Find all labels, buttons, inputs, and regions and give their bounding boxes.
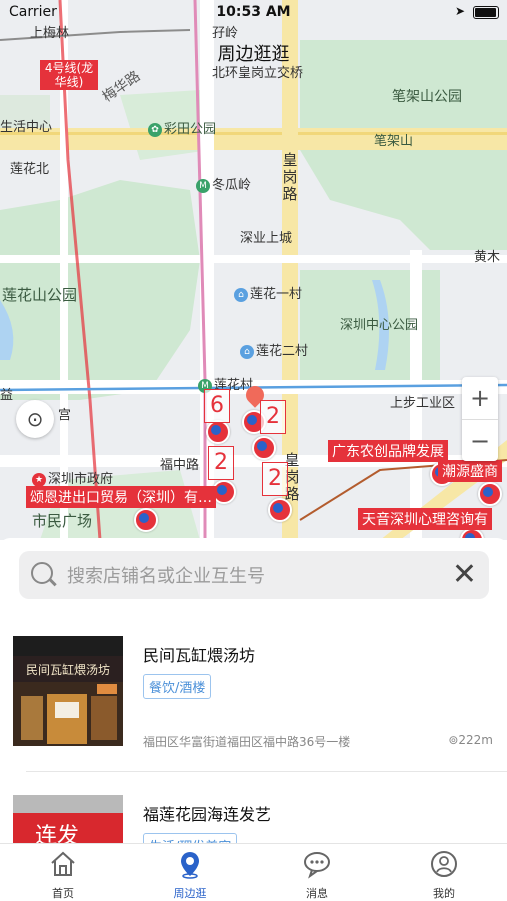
home-icon <box>51 851 75 876</box>
map-label-lianhua-2: ⌂ 莲花二村 <box>240 340 308 359</box>
store-marker[interactable] <box>134 508 158 532</box>
battery-icon <box>473 6 499 19</box>
cluster-marker[interactable]: 2 <box>260 400 286 434</box>
gov-text: 深圳市政府 <box>48 472 114 487</box>
map-label-caitian-park: ✿ 彩田公园 <box>148 118 216 137</box>
map-label-futian-road: 福中路 <box>160 458 200 473</box>
store-tag[interactable]: 天音深圳心理咨询有 <box>358 508 492 530</box>
divider <box>26 771 507 772</box>
status-bar: Carrier 10:53 AM ➤ <box>0 0 507 26</box>
zoom-in-button[interactable]: + <box>462 377 498 420</box>
distance-value: 222m <box>458 733 493 747</box>
store-marker[interactable] <box>478 482 502 506</box>
cluster-marker[interactable]: 6 <box>204 389 230 423</box>
list-item[interactable]: 民间瓦缸煨汤坊 民间瓦缸煨汤坊 餐饮/酒楼 福田区华富街道福田区福中路36号一楼… <box>13 636 493 749</box>
profile-icon <box>431 851 457 877</box>
map-label-donggualing: M 冬瓜岭 <box>196 174 251 193</box>
store-tag[interactable]: 颂恩进出口贸易（深圳）有… <box>26 486 216 508</box>
map-view[interactable]: Carrier 10:53 AM ➤ 周边逛逛 上梅林 孖岭 北环皇岗立交桥 4… <box>0 0 507 540</box>
caitian-park-text: 彩田公园 <box>164 122 217 137</box>
store-sign-text: 连发 <box>35 824 79 843</box>
map-label-yi: 益 <box>0 388 14 403</box>
map-label-shenye: 深业上城 <box>240 231 293 246</box>
chat-bubble-icon <box>304 852 330 879</box>
map-label-bijiashan-park: 笔架山公园 <box>392 89 462 105</box>
zoom-out-button[interactable]: − <box>462 420 498 462</box>
map-label-life-center: 生活中心 <box>0 120 53 135</box>
government-icon: ★ <box>32 472 46 487</box>
map-label-sz-center-park: 深圳中心公园 <box>340 318 419 333</box>
tab-label: 首页 <box>52 887 74 900</box>
category-tag: 生活/理发美容 <box>143 833 238 843</box>
lianhua-1-text: 莲花一村 <box>250 287 303 302</box>
store-photo: 民间瓦缸煨汤坊 <box>13 636 123 746</box>
donggualing-text: 冬瓜岭 <box>212 178 252 193</box>
zoom-control: + − <box>462 377 498 461</box>
tab-profile[interactable]: 我的 <box>381 844 507 901</box>
tab-label: 我的 <box>433 887 455 900</box>
store-marker[interactable] <box>206 420 230 444</box>
map-label-gong: 宫 <box>58 408 72 423</box>
lianhua-2-text: 莲花二村 <box>256 344 309 359</box>
page-title: 周边逛逛 <box>217 44 290 65</box>
tab-messages[interactable]: 消息 <box>254 844 380 901</box>
search-bar: ✕ <box>19 551 489 599</box>
map-label-lianhuashan-park: 莲花山公园 <box>2 286 78 304</box>
map-label-shangbu: 上步工业区 <box>390 396 456 411</box>
store-name: 民间瓦缸煨汤坊 <box>143 646 256 665</box>
crosshair-icon: ⊙ <box>26 407 44 431</box>
distance-label: ⊚222m <box>448 733 493 747</box>
cluster-marker[interactable]: 2 <box>208 446 234 480</box>
store-tag[interactable]: 潮源盛商 <box>438 460 502 482</box>
store-list-sheet: ✕ 民间瓦缸煨汤坊 民间瓦缸煨汤坊 餐饮/酒楼 福田区华富街道福田区福中路36号… <box>0 538 507 843</box>
tab-home[interactable]: 首页 <box>0 844 126 901</box>
search-icon <box>31 562 53 584</box>
cluster-marker[interactable]: 2 <box>262 462 288 496</box>
tab-nearby[interactable]: 周边逛 <box>127 844 253 901</box>
metro-station-icon: M <box>196 178 210 193</box>
location-arrow-icon: ➤ <box>454 4 465 18</box>
map-label-lianhua-1: ⌂ 莲花一村 <box>234 283 302 302</box>
search-input[interactable] <box>65 559 439 593</box>
map-label-gov: ★ 深圳市政府 <box>32 468 113 487</box>
map-label-bijiashan: 笔架山 <box>374 134 414 149</box>
store-name: 福莲花园海连发艺 <box>143 805 272 824</box>
store-sign-text: 民间瓦缸煨汤坊 <box>26 662 110 677</box>
tab-label: 消息 <box>306 887 328 900</box>
map-label-huangmu: 黄木 <box>474 250 501 265</box>
park-icon: ✿ <box>148 122 162 137</box>
locate-me-button[interactable]: ⊙ <box>16 400 54 438</box>
location-pin-icon: ⊚ <box>448 733 459 747</box>
store-photo: 连发 <box>13 795 123 843</box>
location-pin-icon <box>181 852 199 879</box>
store-tag[interactable]: 广东农创品牌发展 <box>328 440 448 462</box>
clock-time: 10:53 AM <box>216 4 291 20</box>
store-marker[interactable] <box>268 498 292 522</box>
residence-icon: ⌂ <box>234 287 248 302</box>
tab-label: 周边逛 <box>173 887 207 900</box>
tab-bar: 首页 周边逛 消息 我的 <box>0 843 507 901</box>
list-item[interactable]: 连发 福莲花园海连发艺 生活/理发美容 <box>13 795 493 843</box>
store-marker[interactable] <box>252 436 276 460</box>
map-label-civic-square: 市民广场 <box>32 512 93 530</box>
residence-icon: ⌂ <box>240 344 254 359</box>
category-tag: 餐饮/酒楼 <box>143 674 212 699</box>
close-icon[interactable]: ✕ <box>452 560 477 590</box>
map-label-huanggang-road: 皇岗路 <box>282 151 298 203</box>
map-label-lianhua-north: 莲花北 <box>10 162 50 177</box>
store-address: 福田区华富街道福田区福中路36号一楼 <box>143 735 351 749</box>
